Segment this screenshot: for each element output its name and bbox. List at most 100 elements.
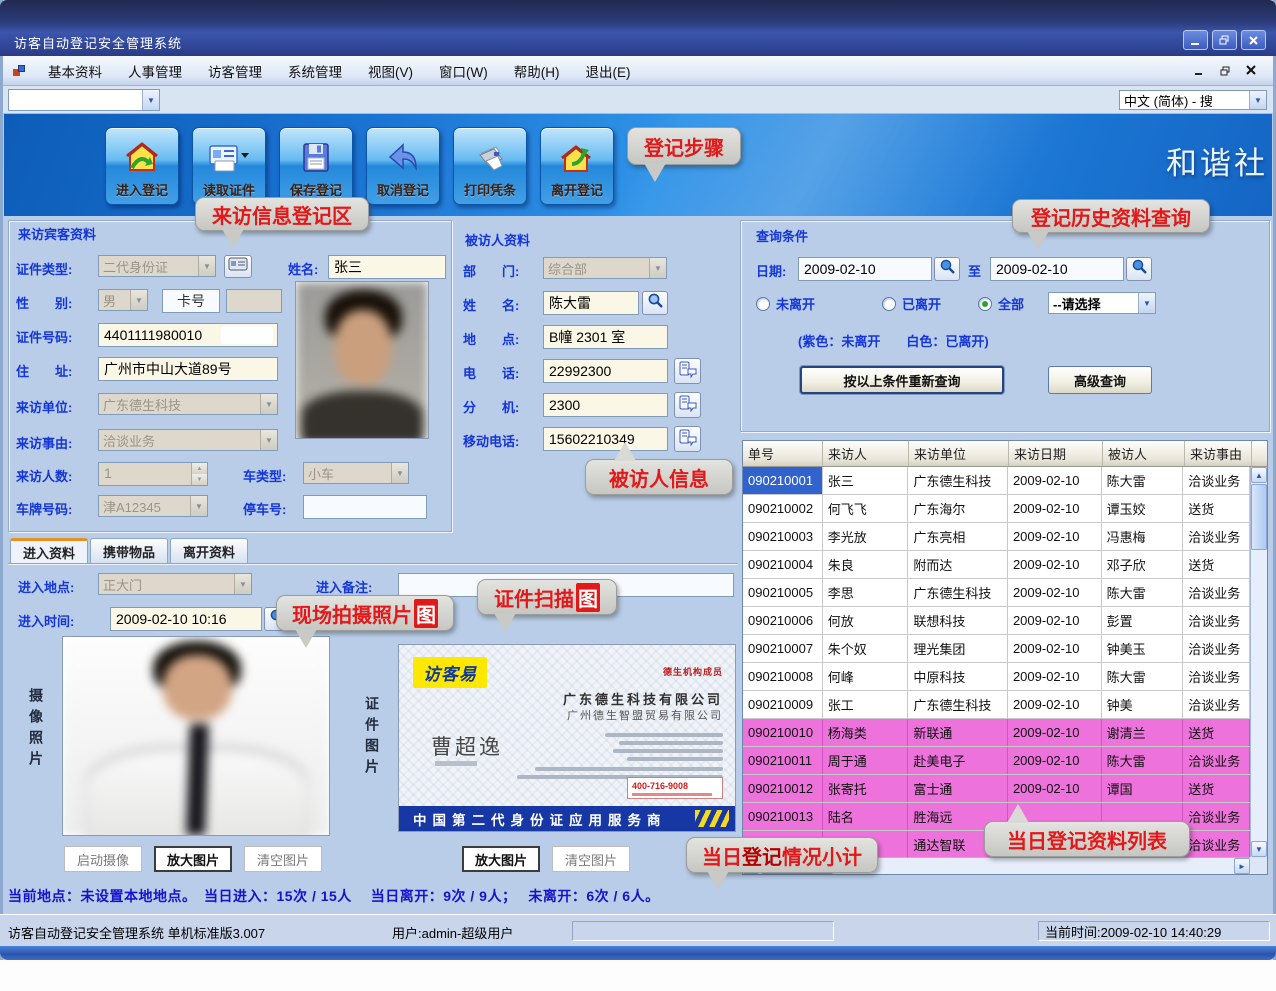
- chevron-down-icon[interactable]: ▼: [260, 394, 277, 414]
- date-to-picker-button[interactable]: [1126, 257, 1152, 281]
- table-cell[interactable]: 送货: [1183, 775, 1250, 802]
- column-header[interactable]: 来访人: [823, 441, 909, 466]
- date-to-input[interactable]: 2009-02-10: [990, 257, 1124, 281]
- advanced-query-button[interactable]: 高级查询: [1048, 366, 1152, 394]
- table-row[interactable]: 090210004朱良附而达2009-02-10邓子欣送货: [743, 551, 1250, 579]
- table-cell[interactable]: 洽谈业务: [1183, 691, 1250, 718]
- quick-select-combo[interactable]: ▼: [8, 89, 160, 111]
- mdi-close-button[interactable]: [1243, 63, 1259, 78]
- entry-place-combo[interactable]: 正大门▼: [98, 573, 252, 595]
- table-cell[interactable]: 090210011: [743, 747, 823, 774]
- table-row[interactable]: 090210010杨海类新联通2009-02-10谢清兰送货: [743, 719, 1250, 747]
- table-cell[interactable]: 洽谈业务: [1183, 663, 1250, 690]
- table-cell[interactable]: 090210002: [743, 495, 823, 522]
- table-cell[interactable]: 朱个奴: [823, 635, 909, 662]
- table-cell[interactable]: 张寄托: [823, 775, 909, 802]
- stepper-arrows-icon[interactable]: ▲▼: [191, 463, 207, 485]
- table-cell[interactable]: 冯惠梅: [1102, 523, 1184, 550]
- table-cell[interactable]: 2009-02-10: [1008, 635, 1102, 662]
- table-cell[interactable]: 送货: [1183, 551, 1250, 578]
- toolbar-button-1[interactable]: 进入登记: [105, 127, 179, 205]
- mdi-minimize-button[interactable]: [1191, 63, 1207, 78]
- table-cell[interactable]: 090210008: [743, 663, 823, 690]
- toolbar-button-2[interactable]: 读取证件: [192, 127, 266, 205]
- table-cell[interactable]: 2009-02-10: [1008, 775, 1102, 802]
- toolbar-button-4[interactable]: 取消登记: [366, 127, 440, 205]
- tab-2[interactable]: 携带物品: [90, 538, 168, 563]
- radio-all[interactable]: 全部: [978, 294, 1024, 313]
- phone-input[interactable]: 22992300: [543, 359, 668, 383]
- table-cell[interactable]: 广东德生科技: [908, 691, 1008, 718]
- table-row[interactable]: 090210007朱个奴理光集团2009-02-10钟美玉洽谈业务: [743, 635, 1250, 663]
- table-cell[interactable]: 钟美: [1102, 691, 1184, 718]
- table-cell[interactable]: 陈大雷: [1102, 467, 1184, 494]
- table-cell[interactable]: 2009-02-10: [1008, 747, 1102, 774]
- table-cell[interactable]: 附而达: [908, 551, 1008, 578]
- dial-phone-button[interactable]: [674, 358, 701, 384]
- chevron-down-icon[interactable]: ▼: [198, 256, 215, 276]
- mdi-restore-button[interactable]: [1217, 63, 1233, 78]
- table-cell[interactable]: 洽谈业务: [1183, 635, 1250, 662]
- table-cell[interactable]: 朱良: [823, 551, 909, 578]
- mobile-input[interactable]: 15602210349: [543, 427, 668, 451]
- table-cell[interactable]: 陆名: [823, 803, 909, 830]
- table-cell[interactable]: 邓子欣: [1102, 551, 1184, 578]
- table-cell[interactable]: 陈大雷: [1102, 747, 1184, 774]
- chevron-down-icon[interactable]: ▼: [649, 258, 666, 278]
- tab-3[interactable]: 离开资料: [170, 538, 248, 563]
- table-cell[interactable]: 2009-02-10: [1008, 523, 1102, 550]
- table-cell[interactable]: 广东德生科技: [908, 467, 1008, 494]
- toolbar-button-5[interactable]: 打印凭条: [453, 127, 527, 205]
- tab-1[interactable]: 进入资料: [10, 538, 88, 564]
- ext-input[interactable]: 2300: [543, 393, 668, 417]
- column-header[interactable]: 单号: [743, 441, 823, 466]
- menu-item[interactable]: 人事管理: [115, 56, 195, 85]
- reason-combo[interactable]: 洽谈业务▼: [98, 429, 278, 451]
- chevron-down-icon[interactable]: ▼: [142, 90, 159, 110]
- chevron-down-icon[interactable]: ▼: [260, 430, 277, 450]
- table-cell[interactable]: 杨海类: [823, 719, 909, 746]
- table-cell[interactable]: 谭玉姣: [1102, 495, 1184, 522]
- column-header[interactable]: 来访单位: [909, 441, 1009, 466]
- table-cell[interactable]: 钟美玉: [1102, 635, 1184, 662]
- table-cell[interactable]: 090210010: [743, 719, 823, 746]
- vertical-scrollbar[interactable]: ▲ ▼: [1250, 467, 1267, 857]
- table-cell[interactable]: 090210013: [743, 803, 823, 830]
- table-row[interactable]: 090210012张寄托富士通2009-02-10谭国送货: [743, 775, 1250, 803]
- chevron-down-icon[interactable]: ▼: [391, 463, 408, 483]
- scroll-up-icon[interactable]: ▲: [1251, 467, 1267, 483]
- toolbar-button-6[interactable]: 离开登记: [540, 127, 614, 205]
- radio-icon[interactable]: [882, 297, 896, 311]
- column-header[interactable]: 来访事由: [1185, 441, 1252, 466]
- language-combo[interactable]: 中文 (简体) - 搜▼: [1119, 90, 1267, 110]
- scroll-right-icon[interactable]: ►: [1234, 858, 1250, 874]
- table-row[interactable]: 090210009张工广东德生科技2009-02-10钟美洽谈业务: [743, 691, 1250, 719]
- table-cell[interactable]: 090210001: [743, 467, 823, 494]
- table-cell[interactable]: 2009-02-10: [1008, 691, 1102, 718]
- scrollbar-thumb[interactable]: [1251, 484, 1267, 550]
- visited-name-input[interactable]: 陈大雷: [543, 291, 639, 315]
- table-cell[interactable]: 洽谈业务: [1183, 803, 1250, 830]
- table-row[interactable]: 090210005李思广东德生科技2009-02-10陈大雷洽谈业务: [743, 579, 1250, 607]
- cert-no-input[interactable]: 4401111980010: [98, 323, 278, 347]
- menu-item[interactable]: 基本资料: [35, 56, 115, 85]
- table-cell[interactable]: 洽谈业务: [1183, 607, 1250, 634]
- image-button[interactable]: 清空图片: [244, 846, 322, 872]
- table-cell[interactable]: 送货: [1183, 495, 1250, 522]
- restore-button[interactable]: [1212, 30, 1237, 50]
- table-row[interactable]: 090210011周于通赴美电子2009-02-10陈大雷洽谈业务: [743, 747, 1250, 775]
- close-button[interactable]: [1241, 30, 1266, 50]
- table-cell[interactable]: 何放: [823, 607, 909, 634]
- table-cell[interactable]: 张工: [823, 691, 909, 718]
- table-cell[interactable]: 广东亮相: [908, 523, 1008, 550]
- status-select-combo[interactable]: --请选择▼: [1048, 292, 1156, 314]
- dial-ext-button[interactable]: [674, 392, 701, 418]
- menu-item[interactable]: 帮助(H): [501, 56, 573, 85]
- scroll-down-icon[interactable]: ▼: [1251, 841, 1267, 857]
- table-row[interactable]: 090210006何放联想科技2009-02-10彭置洽谈业务: [743, 607, 1250, 635]
- table-row[interactable]: 090210003李光放广东亮相2009-02-10冯惠梅洽谈业务: [743, 523, 1250, 551]
- table-cell[interactable]: 富士通: [908, 775, 1008, 802]
- chevron-down-icon[interactable]: ▼: [190, 496, 207, 516]
- radio-not-left[interactable]: 未离开: [756, 294, 815, 313]
- table-cell[interactable]: 联想科技: [908, 607, 1008, 634]
